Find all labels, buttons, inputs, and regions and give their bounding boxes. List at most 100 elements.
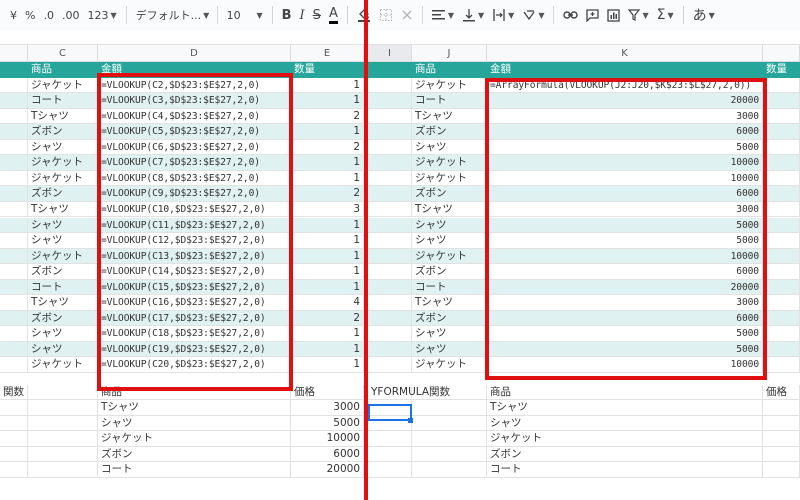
item-cell[interactable]: ズボン xyxy=(28,186,98,202)
lookup-item-cell[interactable]: Tシャツ xyxy=(487,400,763,416)
formula-cell[interactable]: =VLOOKUP(C8,$D$23:$E$27,2,0) xyxy=(98,170,291,187)
amount-cell[interactable]: 20000 xyxy=(487,279,763,296)
valign-bottom-icon[interactable]: ▼ xyxy=(458,4,488,26)
item-cell[interactable]: ジャケット xyxy=(412,357,487,373)
cell-empty[interactable] xyxy=(0,357,28,373)
cell-empty[interactable] xyxy=(763,217,800,233)
bold-button[interactable]: B xyxy=(278,4,296,26)
qty-cell[interactable]: 1 xyxy=(291,233,364,249)
item-cell[interactable]: Tシャツ xyxy=(412,108,487,125)
item-cell[interactable]: シャツ xyxy=(412,139,487,156)
filter-icon[interactable]: ▼ xyxy=(624,4,652,26)
cell-empty[interactable] xyxy=(0,326,28,342)
item-cell[interactable]: コート xyxy=(412,279,487,296)
currency-format-button[interactable]: ¥ xyxy=(6,4,21,26)
qty-cell[interactable]: 3 xyxy=(291,201,364,218)
cell-empty[interactable] xyxy=(763,93,800,109)
italic-button[interactable]: I xyxy=(296,4,309,26)
qty-cell[interactable]: 1 xyxy=(291,77,364,94)
cell-empty[interactable] xyxy=(0,93,28,109)
cell-empty[interactable] xyxy=(0,139,28,156)
formula-cell[interactable]: =VLOOKUP(C11,$D$23:$E$27,2,0) xyxy=(98,217,291,233)
cell-empty[interactable] xyxy=(0,248,28,265)
cell-empty[interactable] xyxy=(368,248,412,265)
input-tools-button[interactable]: あ ▼ xyxy=(689,4,719,26)
item-cell[interactable]: シャツ xyxy=(28,326,98,342)
percent-format-button[interactable]: % xyxy=(21,4,39,26)
cell-empty[interactable] xyxy=(0,170,28,187)
cell-empty[interactable] xyxy=(763,295,800,311)
item-cell[interactable]: シャツ xyxy=(28,217,98,233)
item-cell[interactable]: Tシャツ xyxy=(28,295,98,311)
cell-empty[interactable] xyxy=(0,446,28,463)
item-cell[interactable]: Tシャツ xyxy=(28,201,98,218)
amount-cell[interactable]: 3000 xyxy=(487,295,763,311)
cell-empty[interactable] xyxy=(0,108,28,125)
cell-empty[interactable] xyxy=(28,446,98,463)
column-header-k[interactable]: K xyxy=(487,45,763,62)
formula-bar[interactable] xyxy=(0,30,800,45)
cell-empty[interactable] xyxy=(368,201,412,218)
header-qty[interactable]: 数量 xyxy=(291,62,364,78)
cell-empty[interactable] xyxy=(0,400,28,416)
amount-cell[interactable]: 5000 xyxy=(487,139,763,156)
amount-cell[interactable]: 6000 xyxy=(487,264,763,280)
qty-cell[interactable]: 1 xyxy=(291,264,364,280)
item-cell[interactable]: シャツ xyxy=(28,233,98,249)
cell-empty[interactable] xyxy=(763,233,800,249)
cell-empty[interactable] xyxy=(368,446,412,463)
qty-cell[interactable]: 2 xyxy=(291,186,364,202)
cell-empty[interactable] xyxy=(0,264,28,280)
cell-empty[interactable] xyxy=(412,415,487,432)
increase-decimal-button[interactable]: .00 xyxy=(58,4,84,26)
cell-empty[interactable] xyxy=(763,446,800,463)
formula-cell[interactable]: =VLOOKUP(C20,$D$23:$E$27,2,0) xyxy=(98,357,291,373)
array-formula-cell[interactable]: =ArrayFormula(VLOOKUP(J2:J20,$K$23:$L$27… xyxy=(487,77,763,94)
item-cell[interactable]: ジャケット xyxy=(412,155,487,171)
item-cell[interactable]: ジャケット xyxy=(412,170,487,187)
lookup-header-item[interactable]: 商品 xyxy=(487,384,763,401)
cell-empty[interactable] xyxy=(368,155,412,171)
formula-cell[interactable]: =VLOOKUP(C13,$D$23:$E$27,2,0) xyxy=(98,248,291,265)
cell-empty[interactable] xyxy=(0,155,28,171)
formula-cell[interactable]: =VLOOKUP(C17,$D$23:$E$27,2,0) xyxy=(98,310,291,327)
item-cell[interactable]: ズボン xyxy=(412,186,487,202)
formula-cell[interactable]: =VLOOKUP(C7,$D$23:$E$27,2,0) xyxy=(98,155,291,171)
amount-cell[interactable]: 5000 xyxy=(487,326,763,342)
header-item[interactable]: 商品 xyxy=(412,62,487,78)
cell-empty[interactable] xyxy=(763,279,800,296)
lookup-item-cell[interactable]: Tシャツ xyxy=(98,400,291,416)
item-cell[interactable]: コート xyxy=(412,93,487,109)
cell-empty[interactable] xyxy=(368,357,412,373)
item-cell[interactable]: シャツ xyxy=(412,217,487,233)
cell-empty[interactable] xyxy=(412,384,487,401)
cell-empty[interactable] xyxy=(763,264,800,280)
cell-empty[interactable] xyxy=(368,264,412,280)
cell-empty[interactable] xyxy=(0,233,28,249)
item-cell[interactable]: ジャケット xyxy=(28,77,98,94)
cell-empty[interactable] xyxy=(763,124,800,140)
item-cell[interactable]: シャツ xyxy=(412,233,487,249)
amount-cell[interactable]: 20000 xyxy=(487,93,763,109)
cell-empty[interactable] xyxy=(763,431,800,447)
cell-empty[interactable] xyxy=(763,310,800,327)
cell-empty[interactable] xyxy=(763,77,800,94)
amount-cell[interactable]: 5000 xyxy=(487,217,763,233)
cell-empty[interactable] xyxy=(368,93,412,109)
formula-cell[interactable]: =VLOOKUP(C12,$D$23:$E$27,2,0) xyxy=(98,233,291,249)
column-header-l[interactable] xyxy=(763,45,800,62)
amount-cell[interactable]: 3000 xyxy=(487,108,763,125)
cell-empty[interactable] xyxy=(28,400,98,416)
amount-cell[interactable]: 3000 xyxy=(487,201,763,218)
item-cell[interactable]: ズボン xyxy=(412,310,487,327)
column-header-d[interactable]: D xyxy=(98,45,291,62)
amount-cell[interactable]: 10000 xyxy=(487,248,763,265)
item-cell[interactable]: シャツ xyxy=(412,326,487,342)
item-cell[interactable]: ジャケット xyxy=(412,77,487,94)
amount-cell[interactable]: 10000 xyxy=(487,357,763,373)
column-header-c[interactable]: C xyxy=(28,45,98,62)
formula-cell[interactable]: =VLOOKUP(C4,$D$23:$E$27,2,0) xyxy=(98,108,291,125)
merge-icon[interactable] xyxy=(397,4,417,26)
selected-cell[interactable] xyxy=(368,404,412,421)
qty-cell[interactable]: 1 xyxy=(291,155,364,171)
